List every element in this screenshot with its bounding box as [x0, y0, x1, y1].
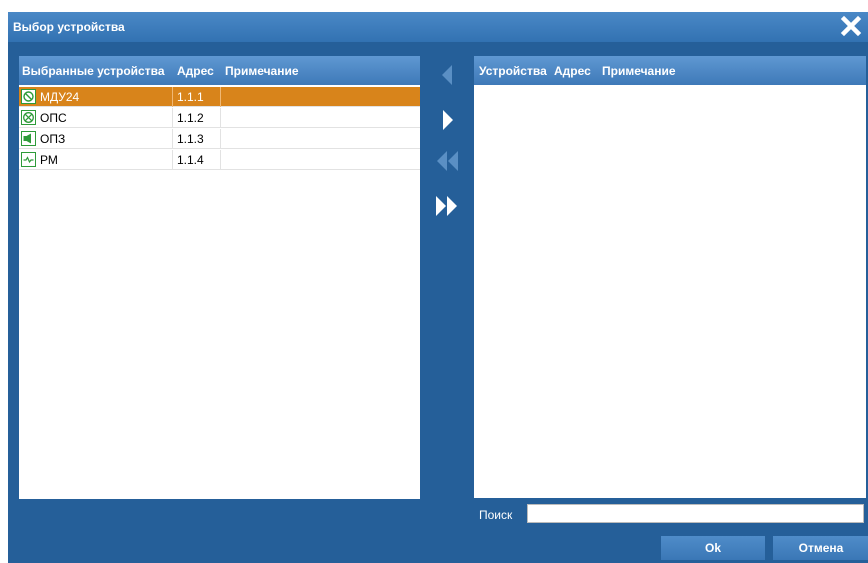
device-address: 1.1.3: [177, 132, 204, 146]
available-devices-header: Устройства Адрес Примечание: [474, 56, 866, 85]
device-address: 1.1.4: [177, 153, 204, 167]
move-right-button[interactable]: [435, 107, 461, 133]
device-name: ОПС: [40, 111, 67, 125]
device-selection-dialog: Выбор устройства Выбранные устройства Ад…: [8, 12, 868, 563]
table-row[interactable]: МДУ24 1.1.1: [19, 87, 420, 107]
table-row[interactable]: ОПЗ 1.1.3: [19, 129, 420, 149]
device-address: 1.1.1: [177, 90, 204, 104]
move-all-right-button[interactable]: [434, 193, 460, 219]
arrow-left-icon: [442, 65, 452, 85]
cancel-button[interactable]: Отмена: [773, 536, 868, 560]
double-arrow-right-icon: [436, 196, 457, 216]
table-row[interactable]: РМ 1.1.4: [19, 150, 420, 170]
device-name: РМ: [40, 153, 58, 167]
column-header-selected-devices[interactable]: Выбранные устройства: [22, 64, 165, 78]
column-header-devices[interactable]: Устройства: [479, 64, 547, 78]
move-all-left-button[interactable]: [434, 148, 460, 174]
available-devices-table: Устройства Адрес Примечание: [474, 56, 866, 498]
move-left-button[interactable]: [434, 62, 460, 88]
opz-device-icon: [21, 131, 36, 146]
column-header-address[interactable]: Адрес: [554, 64, 591, 78]
table-row[interactable]: ОПС 1.1.2: [19, 108, 420, 128]
device-name: МДУ24: [40, 90, 80, 104]
arrow-right-icon: [443, 110, 453, 130]
column-header-note[interactable]: Примечание: [225, 64, 299, 78]
mdu-device-icon: [21, 89, 36, 104]
column-header-note[interactable]: Примечание: [602, 64, 676, 78]
ops-device-icon: [21, 110, 36, 125]
selected-devices-table: Выбранные устройства Адрес Примечание МД…: [19, 56, 420, 499]
device-address: 1.1.2: [177, 111, 204, 125]
rm-device-icon: [21, 152, 36, 167]
device-name: ОПЗ: [40, 132, 66, 146]
close-icon[interactable]: [840, 15, 862, 37]
column-header-address[interactable]: Адрес: [177, 64, 214, 78]
search-input[interactable]: [527, 504, 864, 523]
double-arrow-left-icon: [437, 151, 458, 171]
ok-button[interactable]: Ok: [661, 536, 765, 560]
selected-devices-header: Выбранные устройства Адрес Примечание: [19, 56, 420, 85]
search-label: Поиск: [479, 508, 513, 522]
title-bar: Выбор устройства: [8, 12, 868, 42]
dialog-title: Выбор устройства: [13, 20, 125, 34]
